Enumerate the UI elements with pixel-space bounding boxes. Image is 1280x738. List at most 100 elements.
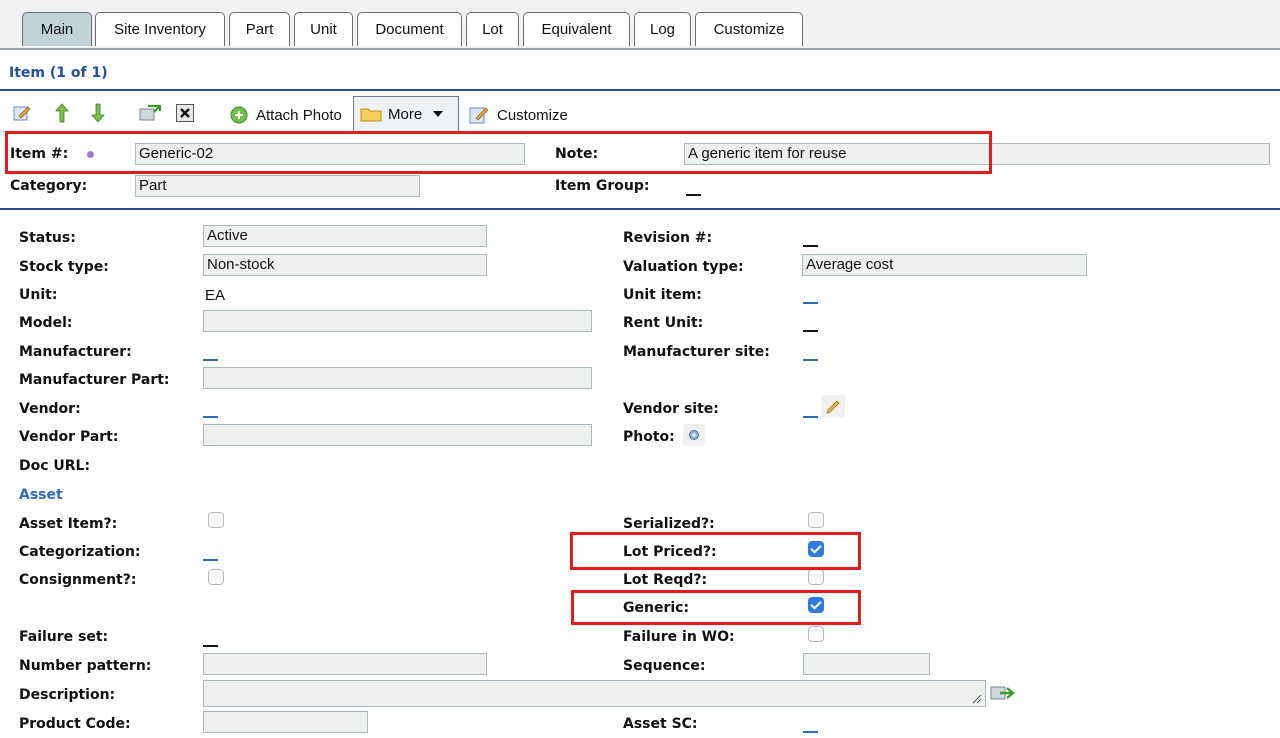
move-down-icon[interactable] — [88, 103, 108, 123]
description-textarea[interactable] — [203, 680, 986, 707]
delete-icon[interactable] — [175, 103, 195, 123]
failure-set-label: Failure set: — [19, 629, 109, 645]
vendor-part-field[interactable] — [203, 424, 592, 446]
category-field[interactable]: Part — [135, 175, 420, 197]
vendor-link[interactable] — [203, 416, 218, 418]
categorization-link[interactable] — [203, 559, 218, 561]
item-group-value — [686, 194, 701, 196]
valuation-type-field[interactable]: Average cost — [802, 254, 1087, 276]
attach-photo-button[interactable]: Attach Photo — [230, 101, 342, 129]
stock-type-field[interactable]: Non-stock — [203, 254, 487, 276]
valuation-type-label: Valuation type: — [623, 259, 744, 275]
revision-label: Revision #: — [623, 230, 713, 246]
more-label: More — [388, 105, 423, 123]
sequence-label: Sequence: — [623, 658, 706, 674]
chevron-down-icon — [433, 111, 444, 117]
status-label: Status: — [19, 230, 76, 246]
pencil-icon[interactable] — [821, 395, 845, 417]
attach-photo-icon — [230, 106, 248, 124]
vendor-site-link[interactable] — [803, 416, 818, 418]
generic-label: Generic: — [623, 600, 690, 616]
tab-bar: Main Site Inventory Part Unit Document L… — [0, 0, 1280, 50]
tab-unit[interactable]: Unit — [294, 12, 353, 46]
attach-photo-label: Attach Photo — [256, 106, 342, 124]
photo-icon[interactable] — [683, 424, 705, 446]
photo-label: Photo: — [623, 429, 675, 445]
consignment-label: Consignment?: — [19, 572, 137, 588]
divider — [0, 208, 1280, 210]
tab-customize[interactable]: Customize — [695, 12, 803, 46]
asset-sc-label: Asset SC: — [623, 716, 698, 732]
asset-section-heading: Asset — [19, 487, 63, 503]
item-number-label: Item #: — [10, 146, 69, 162]
item-number-field[interactable]: Generic-02 — [135, 143, 525, 165]
manufacturer-site-label: Manufacturer site: — [623, 344, 770, 360]
record-title: Item (1 of 1) — [9, 65, 108, 81]
number-pattern-field[interactable] — [203, 653, 487, 675]
edit-icon[interactable] — [12, 103, 32, 123]
lot-reqd-label: Lot Reqd?: — [623, 572, 708, 588]
failure-set-value — [203, 645, 218, 647]
manufacturer-link[interactable] — [203, 359, 218, 361]
vendor-label: Vendor: — [19, 401, 81, 417]
tab-part[interactable]: Part — [229, 12, 290, 46]
unit-label: Unit: — [19, 287, 58, 303]
asset-item-label: Asset Item?: — [19, 516, 118, 532]
resize-handle-icon[interactable] — [972, 694, 982, 704]
required-dot-icon — [87, 151, 94, 158]
move-up-icon[interactable] — [52, 103, 72, 123]
folder-icon — [360, 108, 382, 122]
lot-reqd-checkbox[interactable] — [808, 569, 824, 585]
stock-type-label: Stock type: — [19, 259, 109, 275]
model-field[interactable] — [203, 310, 592, 332]
note-label: Note: — [555, 146, 599, 162]
customize-label: Customize — [497, 106, 568, 124]
more-button[interactable]: More — [353, 96, 459, 132]
refresh-icon[interactable] — [137, 103, 163, 123]
tab-equivalent[interactable]: Equivalent — [523, 12, 630, 46]
status-field[interactable]: Active — [203, 225, 487, 247]
unit-item-label: Unit item: — [623, 287, 702, 303]
tab-document[interactable]: Document — [357, 12, 462, 46]
serialized-checkbox[interactable] — [808, 512, 824, 528]
consignment-checkbox[interactable] — [208, 569, 224, 585]
vendor-site-label: Vendor site: — [623, 401, 719, 417]
lot-priced-checkbox[interactable] — [808, 541, 824, 557]
categorization-label: Categorization: — [19, 544, 141, 560]
rent-unit-value — [803, 330, 818, 332]
model-label: Model: — [19, 315, 73, 331]
serialized-label: Serialized?: — [623, 516, 715, 532]
manufacturer-site-link[interactable] — [803, 359, 818, 361]
generic-checkbox[interactable] — [808, 597, 824, 613]
asset-item-checkbox[interactable] — [208, 512, 224, 528]
note-field[interactable]: A generic item for reuse — [684, 143, 1270, 165]
vendor-part-label: Vendor Part: — [19, 429, 119, 445]
sequence-field[interactable] — [803, 653, 930, 675]
asset-sc-link[interactable] — [803, 731, 818, 733]
tab-main[interactable]: Main — [22, 12, 92, 46]
manufacturer-label: Manufacturer: — [19, 344, 132, 360]
customize-icon — [469, 107, 489, 124]
manufacturer-part-label: Manufacturer Part: — [19, 372, 170, 388]
tab-site-inventory[interactable]: Site Inventory — [95, 12, 225, 46]
revision-value — [803, 245, 818, 247]
description-label: Description: — [19, 687, 116, 703]
unit-item-link[interactable] — [803, 302, 818, 304]
customize-button[interactable]: Customize — [469, 101, 568, 129]
unit-value: EA — [205, 287, 226, 304]
number-pattern-label: Number pattern: — [19, 658, 152, 674]
divider — [0, 89, 1280, 91]
manufacturer-part-field[interactable] — [203, 367, 592, 389]
tab-lot[interactable]: Lot — [466, 12, 519, 46]
description-expand-icon[interactable] — [988, 683, 1016, 705]
product-code-label: Product Code: — [19, 716, 131, 732]
failure-in-wo-checkbox[interactable] — [808, 626, 824, 642]
doc-url-label: Doc URL: — [19, 458, 91, 474]
category-label: Category: — [10, 178, 88, 194]
tab-log[interactable]: Log — [634, 12, 691, 46]
product-code-field[interactable] — [203, 711, 368, 733]
item-group-label: Item Group: — [555, 178, 650, 194]
lot-priced-label: Lot Priced?: — [623, 544, 717, 560]
failure-in-wo-label: Failure in WO: — [623, 629, 735, 645]
rent-unit-label: Rent Unit: — [623, 315, 704, 331]
